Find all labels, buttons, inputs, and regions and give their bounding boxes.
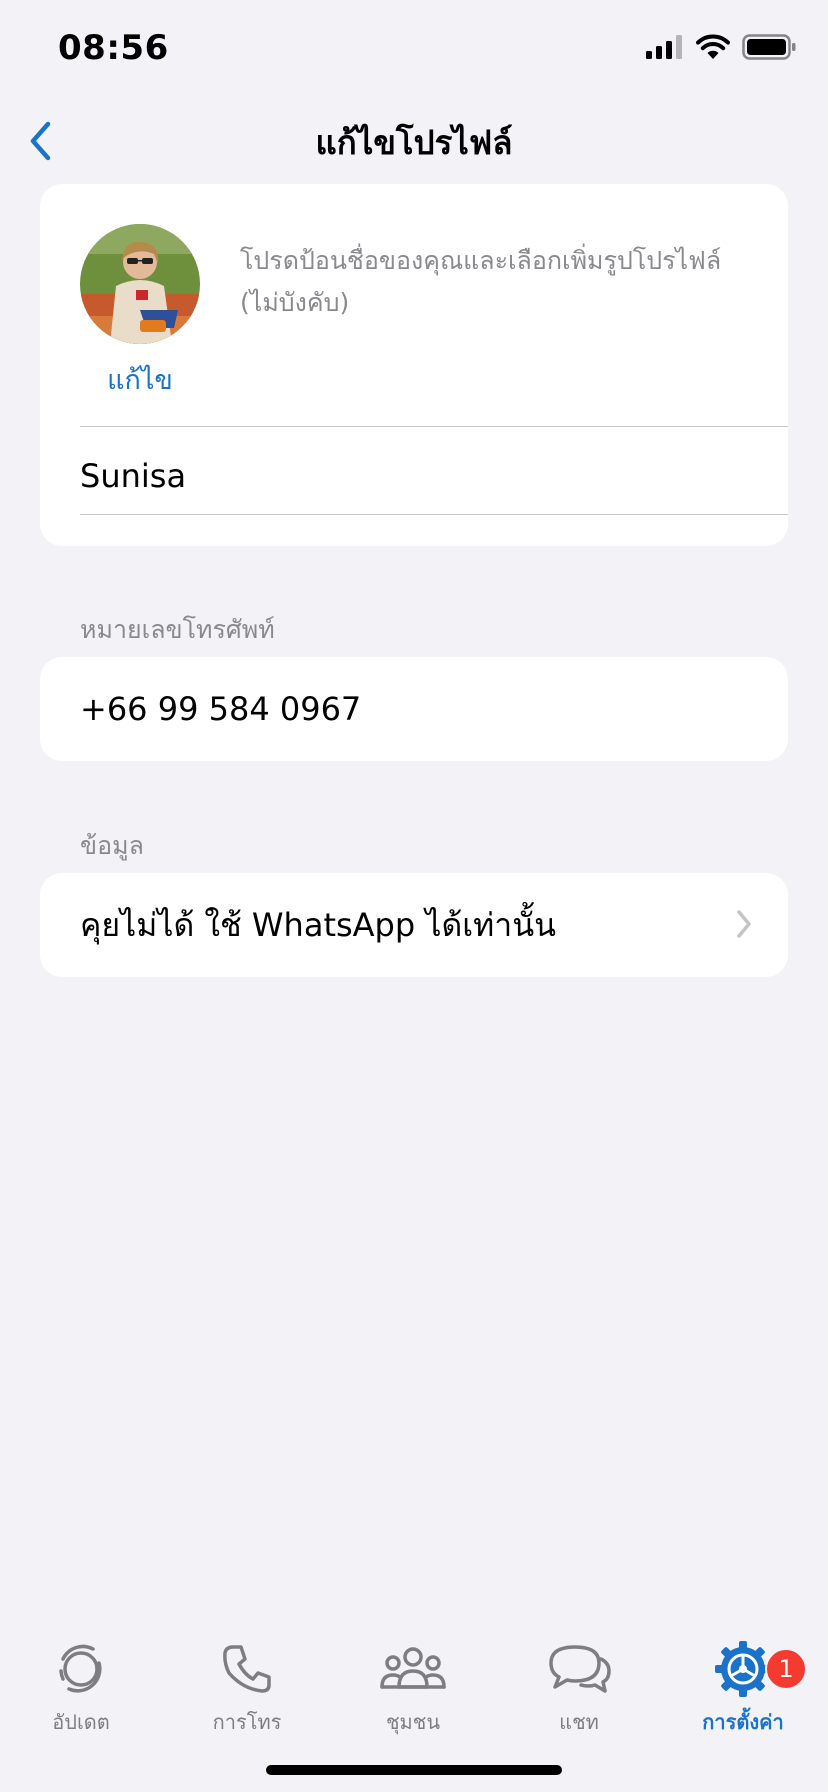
tab-label: อัปเดต [52, 1710, 110, 1734]
page-title: แก้ไขโปรไฟล์ [315, 123, 513, 162]
settings-gear-icon [715, 1641, 771, 1697]
tab-chats[interactable]: แชท [504, 1636, 654, 1738]
profile-hint-text: โปรดป้อนชื่อของคุณและเลือกเพิ่มรูปโปรไฟล… [240, 246, 722, 317]
name-field[interactable]: Sunisa [80, 442, 768, 510]
phone-section-label: หมายเลขโทรศัพท์ [80, 615, 275, 644]
about-text: คุยไม่ได้ ใช้ WhatsApp ได้เท่านั้น [80, 906, 556, 944]
chevron-right-icon [737, 910, 751, 938]
cellular-signal-icon [646, 35, 682, 59]
tab-calls[interactable]: การโทร [172, 1636, 322, 1738]
updates-icon [59, 1644, 102, 1693]
communities-icon [380, 1647, 446, 1689]
tab-settings[interactable]: การตั้งค่า 1 [668, 1636, 818, 1738]
tab-label: แชท [559, 1710, 599, 1734]
tab-label: ชุมชน [385, 1710, 440, 1734]
tab-updates[interactable]: อัปเดต [6, 1636, 156, 1738]
phone-number: +66 99 584 0967 [80, 690, 362, 728]
phone-icon [223, 1645, 271, 1693]
about-section-label: ข้อมูล [80, 831, 144, 860]
edit-photo-button[interactable]: แก้ไข [80, 358, 200, 401]
divider [80, 426, 788, 427]
wifi-icon [696, 34, 730, 59]
status-bar: 08:56 [0, 0, 828, 100]
chats-icon [549, 1645, 611, 1693]
notification-badge: 1 [765, 1648, 807, 1690]
status-icons [646, 34, 796, 60]
home-indicator [266, 1765, 562, 1775]
avatar[interactable] [80, 224, 200, 344]
battery-full-icon [742, 34, 796, 60]
tab-label: การโทร [212, 1710, 282, 1734]
tab-communities[interactable]: ชุมชน [338, 1636, 488, 1738]
divider [80, 514, 788, 515]
phone-card: +66 99 584 0967 [40, 657, 788, 761]
about-row[interactable]: คุยไม่ได้ ใช้ WhatsApp ได้เท่านั้น [40, 873, 788, 977]
profile-card: แก้ไข โปรดป้อนชื่อของคุณและเลือกเพิ่มรูป… [40, 184, 788, 546]
status-time: 08:56 [58, 28, 169, 68]
nav-bar: แก้ไขโปรไฟล์ [0, 100, 828, 180]
tab-label: การตั้งค่า [702, 1710, 784, 1734]
